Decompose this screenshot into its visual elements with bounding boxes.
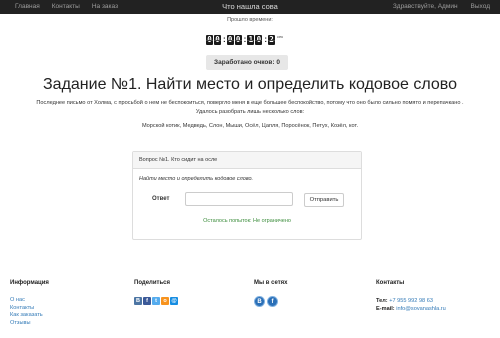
timer-digit: 1 xyxy=(247,34,255,45)
email-value[interactable]: info@sovanashla.ru xyxy=(396,306,446,312)
score-badge: Заработано очков: 0 xyxy=(206,55,288,70)
twitter-icon[interactable]: t xyxy=(152,297,160,305)
user-nav: Здравствуйте, Админ Выход xyxy=(393,3,490,10)
timer-separator: : xyxy=(264,35,268,44)
footer-social-title: Мы в сетях xyxy=(254,280,288,286)
question-panel: Вопрос №1. Кто сидит на осле Найти место… xyxy=(132,151,362,240)
footer-share: Поделиться B f t о @ xyxy=(134,280,178,305)
task-intro: Последнее письмо от Холма, с просьбой о … xyxy=(36,100,464,115)
timer-digit: 0 xyxy=(214,34,221,45)
timer-digit: 0 xyxy=(226,34,234,45)
footer-link-contacts[interactable]: Контакты xyxy=(10,305,49,313)
question-instruction: Найти место и определить кодовое слово. xyxy=(139,176,254,182)
question-header: Вопрос №1. Кто сидит на осле xyxy=(133,152,361,169)
logout-link[interactable]: Выход xyxy=(471,3,490,10)
task-title: Задание №1. Найти место и определить код… xyxy=(43,76,457,93)
attempts-remaining: Осталось попыток: Не ограничено xyxy=(203,218,291,224)
top-navbar: Главная Контакты На заказ Что нашла сова… xyxy=(0,0,500,14)
footer-info-title: Информация xyxy=(10,280,49,286)
user-greeting[interactable]: Здравствуйте, Админ xyxy=(393,3,458,10)
vk-icon[interactable]: B xyxy=(254,296,265,307)
phone-label: Тел: xyxy=(376,298,388,304)
timer-digit: 0 xyxy=(255,34,263,45)
footer-social: Мы в сетях B f xyxy=(254,280,288,307)
timer-label: Прошло времени: xyxy=(227,17,273,23)
email-label: E-mail: xyxy=(376,306,395,312)
contact-email: E-mail: info@sovanashla.ru xyxy=(376,305,446,313)
footer-info: Информация О нас Контакты Как заказать О… xyxy=(10,280,49,327)
timer-digit: 2 xyxy=(268,34,276,45)
timer-separator: : xyxy=(243,35,247,44)
timer-digit: 0 xyxy=(206,34,213,45)
footer-contacts-title: Контакты xyxy=(376,280,405,286)
timer-unit: сек xyxy=(277,34,283,39)
timer-digit: 0 xyxy=(234,34,242,45)
facebook-icon[interactable]: f xyxy=(267,296,278,307)
answer-input[interactable] xyxy=(185,192,293,206)
contact-phone: Тел: +7 955 992 98 63 xyxy=(376,297,446,305)
timer-separator: : xyxy=(223,35,226,44)
footer-contacts: Контакты Тел: +7 955 992 98 63 E-mail: i… xyxy=(376,280,446,313)
footer-share-title: Поделиться xyxy=(134,280,171,286)
elapsed-timer: 0 0 : 0 0 : 1 0 : 2 сек xyxy=(206,34,283,45)
facebook-icon[interactable]: f xyxy=(143,297,151,305)
vk-icon[interactable]: B xyxy=(134,297,142,305)
footer-link-how-to-order[interactable]: Как заказать xyxy=(10,312,49,320)
footer-link-about[interactable]: О нас xyxy=(10,297,49,305)
answer-label: Ответ xyxy=(152,196,170,202)
mail-icon[interactable]: @ xyxy=(170,297,178,305)
submit-button[interactable]: Отправить xyxy=(304,193,344,207)
phone-value[interactable]: +7 955 992 98 63 xyxy=(389,298,433,304)
odnoklassniki-icon[interactable]: о xyxy=(161,297,169,305)
task-words: Морской котик, Медведь, Слон, Мыши, Осёл… xyxy=(141,123,359,129)
footer-link-reviews[interactable]: Отзывы xyxy=(10,320,49,328)
